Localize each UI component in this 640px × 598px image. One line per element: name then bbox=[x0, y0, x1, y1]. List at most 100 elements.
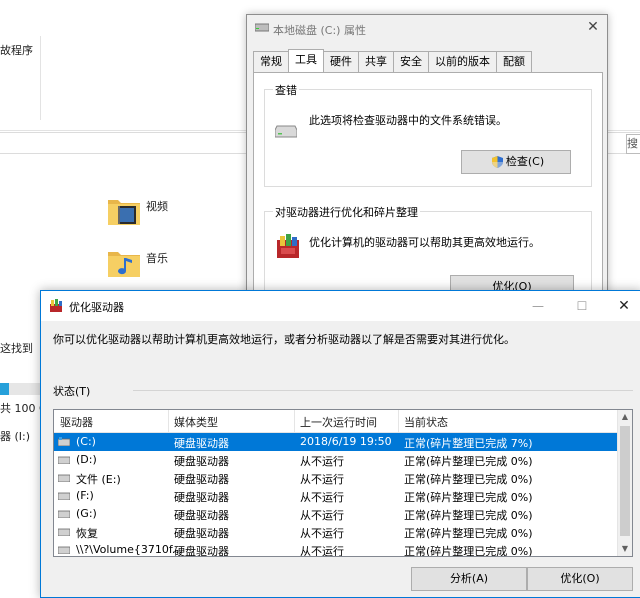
error-checking-group: 查错 此选项将检查驱动器中的文件系统错误。 检查(C) bbox=[264, 82, 592, 187]
media-type: 硬盘驱动器 bbox=[174, 455, 229, 468]
tab-previous-versions[interactable]: 以前的版本 bbox=[428, 51, 497, 72]
windows-drive-icon bbox=[58, 437, 70, 446]
tab-tools[interactable]: 工具 bbox=[288, 49, 324, 72]
drive-list-scrollbar[interactable]: ▲ ▼ bbox=[617, 410, 632, 556]
drive-list[interactable]: 驱动器 媒体类型 上一次运行时间 当前状态 (C:) 硬盘驱动器 2018/6/… bbox=[53, 409, 633, 557]
column-current-status[interactable]: 当前状态 bbox=[404, 414, 448, 430]
hard-drive-icon bbox=[58, 546, 70, 554]
column-last-run[interactable]: 上一次运行时间 bbox=[300, 414, 377, 430]
drive-row[interactable]: \\?\Volume{3710f... 硬盘驱动器 从不运行 正常(碎片整理已完… bbox=[54, 541, 618, 557]
maximize-icon[interactable]: ☐ bbox=[571, 295, 593, 317]
last-run: 从不运行 bbox=[300, 527, 344, 540]
optimize-group-description: 优化计算机的驱动器可以帮助其更高效地运行。 bbox=[309, 236, 540, 249]
current-status: 正常(碎片整理已完成 0%) bbox=[404, 473, 533, 486]
drive-properties-dialog: 本地磁盘 (C:) 属性 ✕ 常规 工具 硬件 共享 安全 以前的版本 配额 查… bbox=[246, 14, 608, 323]
search-placeholder: 搜 bbox=[627, 137, 638, 150]
check-button-label: 检查(C) bbox=[505, 155, 545, 168]
media-type: 硬盘驱动器 bbox=[174, 491, 229, 504]
uac-shield-icon bbox=[492, 156, 503, 168]
drive-name: 文件 (E:) bbox=[76, 473, 121, 486]
current-status: 正常(碎片整理已完成 0%) bbox=[404, 491, 533, 504]
drive-row[interactable]: (D:) 硬盘驱动器 从不运行 正常(碎片整理已完成 0%) bbox=[54, 451, 618, 469]
last-run: 从不运行 bbox=[300, 545, 344, 557]
hard-drive-icon bbox=[58, 492, 70, 500]
search-input[interactable]: 搜 bbox=[626, 134, 640, 154]
defrag-app-icon bbox=[50, 299, 62, 312]
optimize-description: 你可以优化驱动器以帮助计算机更高效地运行，或者分析驱动器以了解是否需要对其进行优… bbox=[53, 333, 515, 346]
drive-row[interactable]: 恢复 硬盘驱动器 从不运行 正常(碎片整理已完成 0%) bbox=[54, 523, 618, 541]
music-folder-icon[interactable] bbox=[106, 246, 142, 280]
optimize-button[interactable]: 优化(O) bbox=[527, 567, 633, 591]
scroll-thumb[interactable] bbox=[620, 426, 630, 536]
last-run: 从不运行 bbox=[300, 455, 344, 468]
media-type: 硬盘驱动器 bbox=[174, 527, 229, 540]
media-type: 硬盘驱动器 bbox=[174, 473, 229, 486]
column-media-type[interactable]: 媒体类型 bbox=[174, 414, 218, 430]
drive-name: (C:) bbox=[76, 435, 96, 448]
hard-drive-icon bbox=[58, 528, 70, 536]
tools-tab-panel: 查错 此选项将检查驱动器中的文件系统错误。 检查(C) 对驱动器进行优化和碎片整… bbox=[253, 72, 603, 323]
drive-name: \\?\Volume{3710f... bbox=[76, 543, 183, 556]
drive-icon bbox=[255, 23, 269, 32]
side-status-text: 这找到 bbox=[0, 342, 33, 355]
ribbon-label[interactable]: 故程序 bbox=[0, 42, 33, 58]
optimize-group-title: 对驱动器进行优化和碎片整理 bbox=[273, 204, 420, 220]
drive-usage-fill bbox=[0, 383, 9, 395]
last-run: 从不运行 bbox=[300, 509, 344, 522]
drive-name: (G:) bbox=[76, 507, 97, 520]
minimize-icon[interactable]: — bbox=[527, 295, 549, 317]
hard-drive-icon bbox=[58, 510, 70, 518]
column-divider[interactable] bbox=[168, 410, 169, 432]
hard-drive-icon bbox=[58, 474, 70, 482]
drive-i-label[interactable]: 器 (I:) bbox=[0, 428, 30, 444]
drive-row[interactable]: (C:) 硬盘驱动器 2018/6/19 19:50 正常(碎片整理已完成 7%… bbox=[54, 433, 618, 451]
status-divider bbox=[133, 390, 633, 391]
drive-row[interactable]: 文件 (E:) 硬盘驱动器 从不运行 正常(碎片整理已完成 0%) bbox=[54, 469, 618, 487]
analyze-button[interactable]: 分析(A) bbox=[411, 567, 527, 591]
optimize-titlebar: 优化驱动器 — ☐ ✕ bbox=[41, 291, 640, 321]
scroll-up-icon[interactable]: ▲ bbox=[618, 410, 632, 424]
properties-title: 本地磁盘 (C:) 属性 bbox=[273, 24, 366, 37]
music-folder-label[interactable]: 音乐 bbox=[146, 250, 168, 266]
current-status: 正常(碎片整理已完成 0%) bbox=[404, 509, 533, 522]
drive-name: (F:) bbox=[76, 489, 94, 502]
media-type: 硬盘驱动器 bbox=[174, 437, 229, 450]
drive-usage-bar bbox=[0, 383, 40, 395]
video-folder-label[interactable]: 视频 bbox=[146, 198, 168, 214]
hard-drive-icon bbox=[58, 456, 70, 464]
tab-quota[interactable]: 配额 bbox=[496, 51, 532, 72]
last-run: 从不运行 bbox=[300, 491, 344, 504]
close-icon[interactable]: ✕ bbox=[613, 295, 635, 317]
current-status: 正常(碎片整理已完成 0%) bbox=[404, 455, 533, 468]
ribbon-divider bbox=[40, 36, 41, 120]
status-label: 状态(T) bbox=[53, 385, 91, 398]
drive-row[interactable]: (F:) 硬盘驱动器 从不运行 正常(碎片整理已完成 0%) bbox=[54, 487, 618, 505]
video-folder-icon[interactable] bbox=[106, 194, 142, 228]
current-status: 正常(碎片整理已完成 0%) bbox=[404, 545, 533, 557]
error-checking-title: 查错 bbox=[273, 82, 299, 98]
optimize-title: 优化驱动器 bbox=[69, 301, 124, 314]
tab-sharing[interactable]: 共享 bbox=[358, 51, 394, 72]
column-divider[interactable] bbox=[294, 410, 295, 432]
column-drive[interactable]: 驱动器 bbox=[60, 414, 93, 430]
last-run: 2018/6/19 19:50 bbox=[300, 435, 392, 448]
drive-list-header: 驱动器 媒体类型 上一次运行时间 当前状态 bbox=[54, 410, 618, 433]
current-status: 正常(碎片整理已完成 7%) bbox=[404, 437, 533, 450]
properties-tabs: 常规 工具 硬件 共享 安全 以前的版本 配额 bbox=[253, 49, 532, 73]
drive-name: (D:) bbox=[76, 453, 97, 466]
tab-hardware[interactable]: 硬件 bbox=[323, 51, 359, 72]
defrag-icon bbox=[277, 234, 299, 258]
hard-drive-icon bbox=[275, 125, 297, 138]
column-divider[interactable] bbox=[398, 410, 399, 432]
tab-general[interactable]: 常规 bbox=[253, 51, 289, 72]
tab-security[interactable]: 安全 bbox=[393, 51, 429, 72]
last-run: 从不运行 bbox=[300, 473, 344, 486]
scroll-down-icon[interactable]: ▼ bbox=[618, 542, 632, 556]
close-icon[interactable]: ✕ bbox=[585, 19, 601, 35]
optimize-drives-dialog: 优化驱动器 — ☐ ✕ 你可以优化驱动器以帮助计算机更高效地运行，或者分析驱动器… bbox=[40, 290, 640, 598]
media-type: 硬盘驱动器 bbox=[174, 545, 229, 557]
drive-row[interactable]: (G:) 硬盘驱动器 从不运行 正常(碎片整理已完成 0%) bbox=[54, 505, 618, 523]
check-button[interactable]: 检查(C) bbox=[461, 150, 571, 174]
media-type: 硬盘驱动器 bbox=[174, 509, 229, 522]
drive-name: 恢复 bbox=[76, 527, 98, 540]
